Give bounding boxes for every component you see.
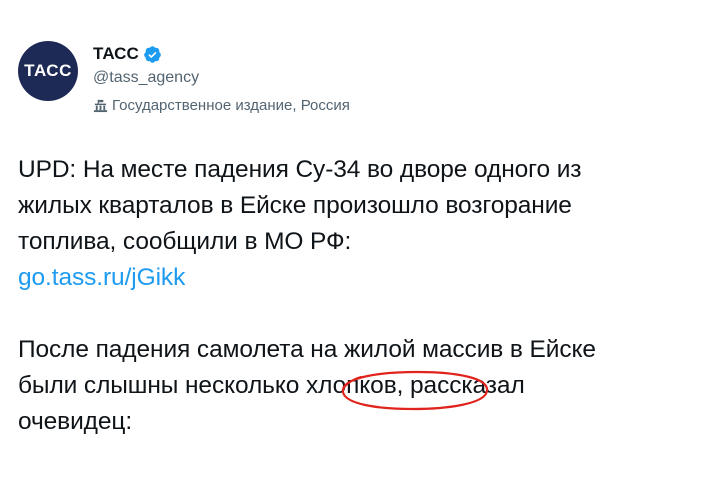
tweet-text-line: очевидец:: [18, 408, 133, 435]
tweet-text-line: были слышны несколько хлопков, рассказал: [18, 368, 708, 404]
display-name[interactable]: ТАСС: [93, 44, 139, 64]
tweet-text-line: UPD: На месте падения Су-34 во дворе одн…: [18, 156, 582, 183]
name-row: ТАСС: [93, 43, 350, 65]
tweet-text-segment: рассказал: [403, 372, 525, 399]
tweet-text-line: После падения самолета на жилой массив в…: [18, 336, 596, 363]
avatar-logo-text: ТАСС: [24, 61, 72, 80]
tweet-text: UPD: На месте падения Су-34 во дворе одн…: [18, 152, 708, 440]
government-building-icon: [93, 98, 108, 113]
account-label: Государственное издание, Россия: [93, 95, 350, 115]
tweet-text-line: жилых кварталов в Ейске произошло возгор…: [18, 192, 572, 219]
account-identity: ТАСС @tass_agency Государственное издани…: [93, 43, 350, 115]
tweet-text-segment: были слышны несколько хлопков,: [18, 372, 404, 399]
avatar[interactable]: ТАСС: [18, 41, 78, 101]
tweet-header: ТАСС ТАСС @tass_agency Государственное и…: [18, 41, 350, 115]
tweet-text-line: топлива, сообщили в МО РФ:: [18, 228, 352, 255]
verified-badge-icon: [143, 45, 162, 64]
tweet-link[interactable]: go.tass.ru/jGikk: [18, 264, 185, 291]
account-handle[interactable]: @tass_agency: [93, 67, 350, 89]
tweet: ТАСС ТАСС @tass_agency Государственное и…: [0, 0, 716, 479]
account-label-text: Государственное издание, Россия: [112, 96, 350, 114]
tweet-link-line: go.tass.ru/jGikk: [18, 260, 708, 296]
